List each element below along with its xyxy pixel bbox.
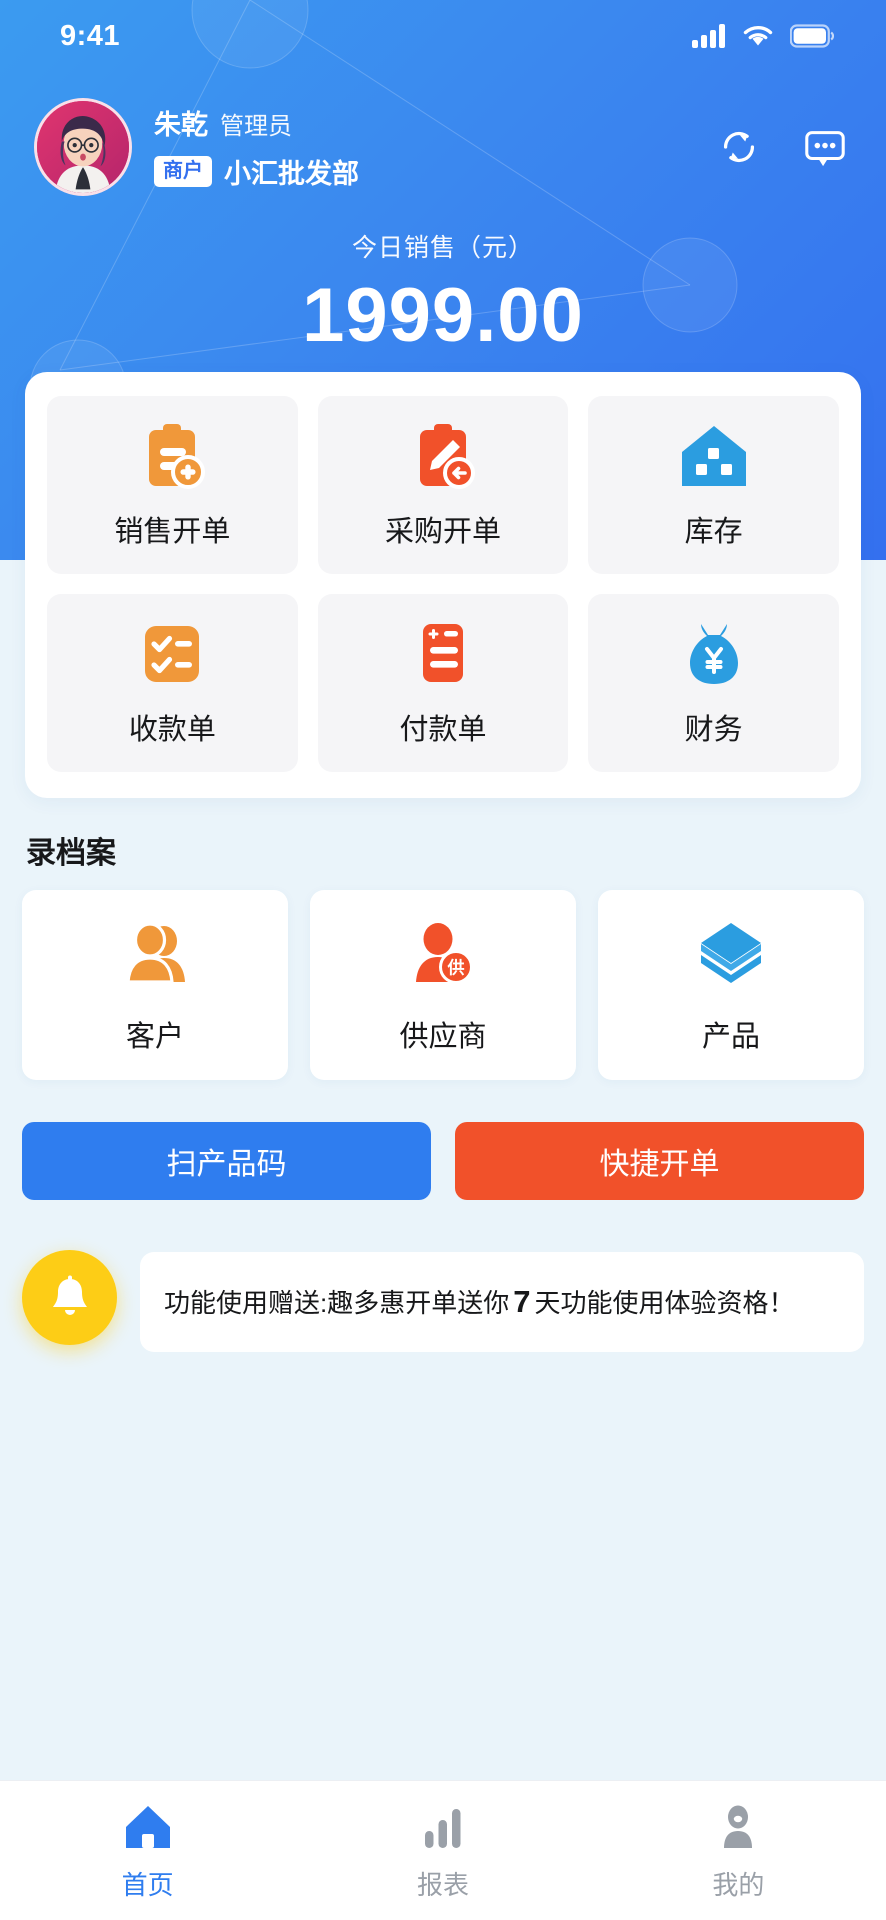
sales-value: 1999.00	[302, 273, 584, 358]
archive-card-supplier[interactable]: 供 供应商	[310, 890, 576, 1080]
home-icon	[125, 1806, 170, 1848]
archive-card-label: 供应商	[399, 1021, 487, 1053]
notice-box: 功能使用赠送:趣多惠开单送你 7 天功能使用体验资格！	[140, 1252, 864, 1352]
quick-tile-label: 付款单	[399, 714, 487, 746]
clipboard-pencil-icon	[419, 424, 475, 489]
notice-banner[interactable]: 功能使用赠送:趣多惠开单送你 7 天功能使用体验资格！	[22, 1250, 864, 1360]
quick-order-button[interactable]: 快捷开单	[455, 1122, 864, 1200]
quick-tile-finance[interactable]: 财务	[588, 594, 839, 772]
bell-badge	[22, 1250, 117, 1345]
cellular-signal-icon	[692, 24, 725, 48]
refresh-icon[interactable]	[716, 124, 762, 170]
quick-tile-label: 收款单	[128, 714, 216, 746]
person-icon	[724, 1805, 753, 1848]
tab-label: 我的	[712, 1870, 765, 1900]
quick-tile-label: 销售开单	[114, 516, 231, 548]
tab-label: 首页	[121, 1870, 174, 1900]
quick-tile-sales-order[interactable]: 销售开单	[47, 396, 298, 574]
battery-icon	[790, 24, 834, 48]
quick-tile-receipt[interactable]: 收款单	[47, 594, 298, 772]
notice-highlight: 7	[513, 1283, 531, 1319]
status-bar-clock: 9:41	[60, 19, 121, 52]
app-screen: 9:41 朱乾 管理员 商户 小汇批发部 今日销售（元） 1999.00 销售开…	[0, 0, 886, 1920]
profile-text: 朱乾 管理员 商户 小汇批发部	[154, 103, 359, 191]
bell-icon	[52, 1275, 87, 1315]
quick-actions-grid: 销售开单 采购开单 库存 收款单 付款单 财务	[47, 396, 839, 772]
quick-tile-label: 财务	[684, 714, 743, 746]
notice-text-after: 天功能使用体验资格！	[534, 1287, 795, 1318]
quick-tile-payment[interactable]: 付款单	[317, 594, 569, 772]
status-bar: 9:41	[0, 0, 886, 72]
archive-card-label: 产品	[701, 1021, 760, 1053]
tab-reports[interactable]: 报表	[295, 1801, 590, 1902]
quick-tile-label: 采购开单	[384, 516, 501, 548]
archive-card-label: 客户	[125, 1021, 184, 1053]
user-name-line: 朱乾 管理员	[154, 103, 359, 142]
notice-text-before: 功能使用赠送:趣多惠开单送你	[164, 1287, 510, 1318]
quick-tile-inventory[interactable]: 库存	[588, 396, 839, 574]
user-role: 管理员	[220, 113, 292, 140]
clipboard-plus-icon	[149, 424, 206, 489]
notice-text: 功能使用赠送:趣多惠开单送你 7 天功能使用体验资格！	[164, 1279, 795, 1326]
quick-tile-purchase-order[interactable]: 采购开单	[317, 396, 569, 574]
money-bag-yuan-icon	[689, 624, 738, 684]
archive-card-row: 客户 供 供应商 产品	[22, 890, 864, 1080]
sales-label: 今日销售（元）	[351, 234, 534, 262]
archive-section-title: 录档案	[26, 837, 116, 870]
quick-actions-panel: 销售开单 采购开单 库存 收款单 付款单 财务	[25, 372, 861, 798]
merchant-name: 小汇批发部	[224, 159, 359, 189]
checklist-icon	[145, 626, 200, 682]
warehouse-icon	[681, 426, 746, 486]
header-actions	[716, 124, 848, 170]
merchant-tag: 商户	[154, 156, 212, 187]
action-buttons-row: 扫产品码 快捷开单	[22, 1122, 864, 1200]
tab-label: 报表	[416, 1870, 469, 1900]
profile-row: 朱乾 管理员 商户 小汇批发部	[0, 92, 886, 202]
user-name: 朱乾	[154, 110, 208, 140]
tab-home[interactable]: 首页	[0, 1801, 295, 1902]
archive-card-customers[interactable]: 客户	[22, 890, 288, 1080]
svg-text:供: 供	[447, 958, 465, 978]
archive-card-product[interactable]: 产品	[598, 890, 864, 1080]
wifi-icon	[743, 25, 773, 46]
quick-tile-label: 库存	[684, 516, 743, 548]
supplier-icon: 供	[416, 923, 473, 984]
customers-icon	[126, 922, 185, 984]
tab-profile[interactable]: 我的	[591, 1801, 886, 1902]
merchant-line: 商户 小汇批发部	[154, 152, 359, 191]
avatar[interactable]	[34, 98, 132, 196]
bar-chart-icon	[424, 1809, 461, 1848]
bottom-tab-bar: 首页 报表 我的	[0, 1780, 886, 1920]
status-bar-icons	[692, 24, 834, 48]
message-icon[interactable]	[802, 124, 848, 170]
invoice-yuan-icon	[422, 624, 463, 682]
product-layers-icon	[701, 923, 761, 983]
user-avatar-illustration	[37, 101, 129, 193]
scan-product-code-button[interactable]: 扫产品码	[22, 1122, 431, 1200]
